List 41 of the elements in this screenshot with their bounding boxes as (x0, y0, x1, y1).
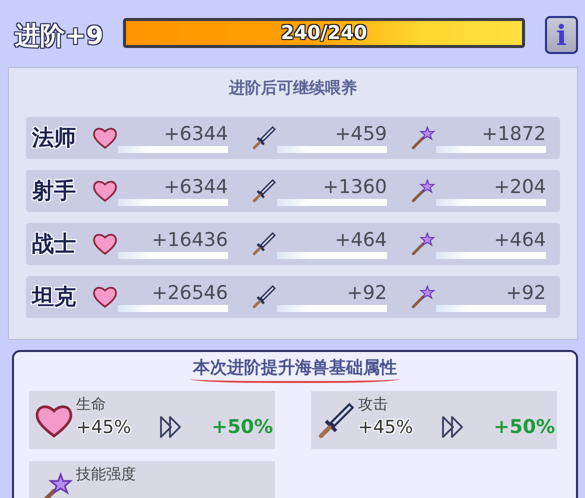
heart-icon (92, 125, 118, 151)
new-value: +50% (494, 416, 555, 438)
skill-value: +1872 (482, 123, 546, 145)
sword-icon (251, 125, 277, 151)
heart-icon (92, 231, 118, 257)
attack-value: +1360 (322, 176, 387, 198)
panel-title: 进阶后可继续喂养 (228, 78, 358, 99)
hp-value: +6344 (164, 123, 228, 145)
skill-value: +204 (494, 176, 546, 198)
stat-label: 攻击 (358, 394, 389, 414)
attack-value: +92 (346, 282, 387, 304)
class-name: 射手 (32, 178, 77, 206)
wand-icon (410, 125, 436, 151)
sword-icon (316, 401, 356, 441)
hp-value: +26546 (152, 282, 228, 304)
class-name: 法师 (32, 125, 77, 153)
stat-label: 技能强度 (76, 464, 137, 484)
heart-icon (92, 284, 118, 310)
sword-icon (251, 284, 277, 310)
attack-value: +464 (334, 229, 387, 251)
attack-value: +459 (334, 123, 387, 145)
current-value: +45% (76, 416, 132, 438)
panel-title: 本次进阶提升海兽基础属性 (190, 356, 400, 383)
wand-icon (410, 284, 436, 310)
info-button[interactable]: i (545, 16, 578, 54)
heart-icon (92, 178, 118, 204)
skill-value: +464 (494, 229, 546, 251)
stat-label: 生命 (76, 394, 107, 414)
class-name: 战士 (32, 231, 77, 259)
sword-icon (251, 178, 277, 204)
progress-reading: 240/240 (280, 22, 368, 44)
wand-icon (410, 178, 436, 204)
class-name: 坦克 (32, 284, 77, 312)
skill-value: +92 (506, 282, 546, 304)
wand-icon (410, 231, 436, 257)
new-value: +50% (212, 416, 273, 438)
hp-value: +6344 (164, 176, 228, 198)
sword-icon (251, 231, 277, 257)
current-value: +45% (358, 416, 414, 438)
level-title: 进阶+9 (15, 20, 104, 52)
hp-value: +16436 (152, 229, 228, 251)
